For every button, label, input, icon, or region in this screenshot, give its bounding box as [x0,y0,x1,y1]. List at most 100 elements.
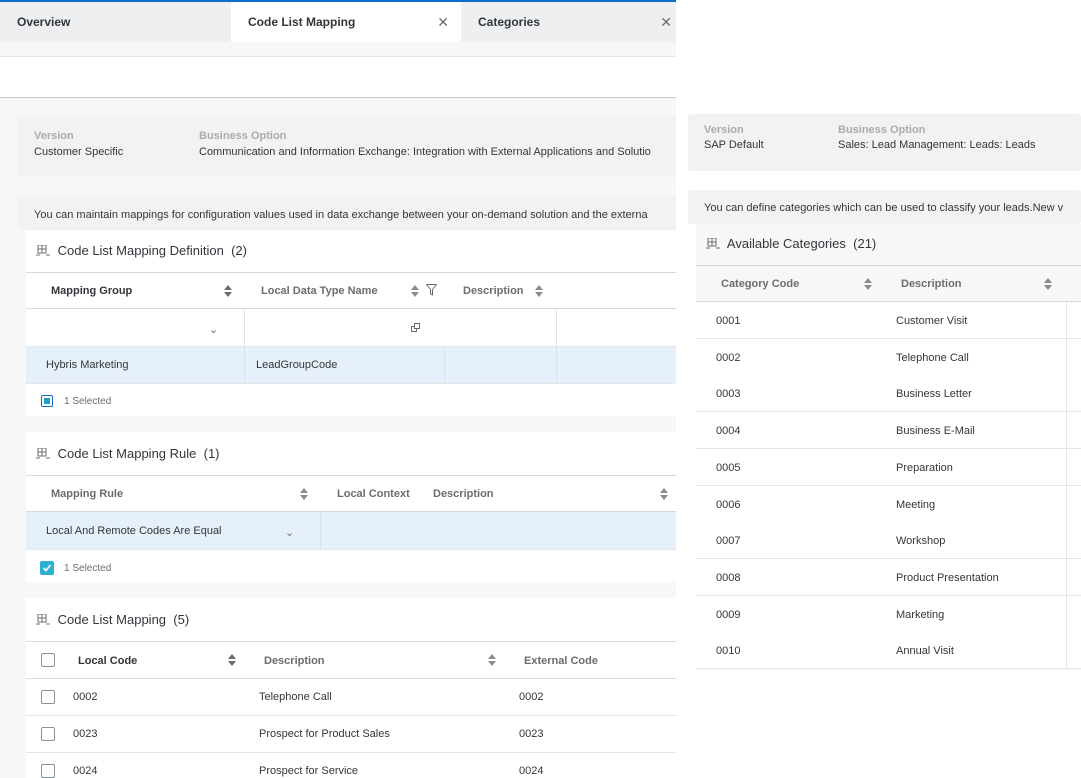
column-header-external-code[interactable]: External Code [524,655,598,667]
cell-description: Telephone Call [896,351,969,364]
mapping-rule-section: Code List Mapping Rule (1) Mapping Rule … [26,432,676,582]
table-row[interactable]: Local And Remote Codes Are Equal ⌄ [26,512,676,550]
table-row[interactable]: 0005 Preparation [696,448,1081,486]
section-title: Code List Mapping Definition (2) [36,243,247,258]
sort-icon[interactable] [1044,278,1052,290]
value-help-icon[interactable] [411,323,420,332]
table-row[interactable]: 0009 Marketing [696,595,1081,633]
section-count: (21) [853,236,877,251]
table-row[interactable]: 0007 Workshop [696,522,1081,560]
table-row[interactable]: 0004 Business E-Mail [696,412,1081,450]
tab-categories[interactable]: Categories ✕ [461,2,676,42]
select-all-checkbox[interactable] [41,653,55,667]
column-header-description[interactable]: Description [463,285,524,297]
cell-local-data-type: LeadGroupCode [256,359,338,371]
table-row[interactable]: 0024 Prospect for Service 0024 [26,753,676,778]
table-header: Category Code Description [696,265,1081,302]
column-header-description[interactable]: Description [901,278,962,290]
business-option-value: Communication and Information Exchange: … [199,146,651,158]
section-count: (2) [231,243,247,258]
tab-overview[interactable]: Overview [0,2,231,42]
close-icon[interactable]: ✕ [660,2,672,42]
cell-description: Customer Visit [896,315,968,327]
column-header-category-code[interactable]: Category Code [721,278,799,290]
table-row[interactable]: Hybris Marketing LeadGroupCode [26,347,676,384]
table-row[interactable]: 0003 Business Letter [696,375,1081,413]
cell-category-code: 0007 [716,535,741,548]
cell-description: Workshop [896,535,946,548]
cell-description: Business Letter [896,388,972,401]
sort-icon[interactable] [224,285,232,297]
select-all-checkbox[interactable] [40,561,54,575]
table-row[interactable]: 0008 Product Presentation [696,558,1081,596]
table-icon [36,245,50,256]
version-label: Version [704,124,744,136]
section-title-text: Code List Mapping [57,612,167,627]
sort-icon[interactable] [488,654,496,666]
business-option-label: Business Option [199,130,287,142]
cell-category-code: 0008 [716,571,741,584]
info-message: You can maintain mappings for configurat… [34,209,648,221]
sort-icon[interactable] [300,488,308,500]
tab-label: Overview [17,15,71,29]
row-checkbox[interactable] [41,690,55,704]
column-header-mapping-group[interactable]: Mapping Group [51,285,132,297]
row-checkbox[interactable] [41,727,55,741]
tab-label: Code List Mapping [248,15,356,29]
cell-mapping-rule: Local And Remote Codes Are Equal [46,525,222,537]
chevron-down-icon[interactable]: ⌄ [209,323,218,336]
table-icon [706,238,720,249]
info-message: You can define categories which can be u… [704,202,1064,214]
column-header-mapping-rule[interactable]: Mapping Rule [51,488,123,500]
column-header-local-data-type[interactable]: Local Data Type Name [261,285,378,297]
section-title-text: Code List Mapping Rule [57,446,197,461]
table-row[interactable]: 0002 Telephone Call [696,338,1081,376]
business-option-value: Sales: Lead Management: Leads: Leads [838,139,1036,151]
cell-category-code: 0006 [716,498,741,511]
selection-count: 1 Selected [64,563,112,574]
code-list-mapping-pane: Overview Code List Mapping ✕ Categories … [0,0,676,778]
table-row[interactable]: 0010 Annual Visit [696,632,1081,670]
table-row[interactable]: 0002 Telephone Call 0002 [26,679,676,716]
message-strip: You can define categories which can be u… [688,190,1081,224]
cell-external-code: 0002 [519,691,544,703]
table-row[interactable]: 0001 Customer Visit [696,302,1081,339]
available-categories-section: Available Categories (21) Category Code … [696,224,1081,670]
column-header-local-code[interactable]: Local Code [78,655,137,667]
chevron-down-icon[interactable]: ⌄ [285,526,294,539]
tab-code-list-mapping[interactable]: Code List Mapping ✕ [231,2,461,42]
filter-icon[interactable] [426,284,437,296]
row-checkbox[interactable] [41,764,55,778]
cell-category-code: 0009 [716,608,741,621]
info-panel: Version SAP Default Business Option Sale… [688,114,1081,171]
section-title-text: Code List Mapping Definition [57,243,224,258]
close-icon[interactable]: ✕ [437,2,449,42]
select-all-checkbox[interactable] [41,395,53,407]
table-icon [36,448,50,459]
code-list-mapping-section: Code List Mapping (5) Local Code Descrip… [26,598,676,778]
version-value: Customer Specific [34,146,124,158]
page-toolbar [0,56,676,98]
tab-label: Categories [478,15,541,29]
section-count: (5) [173,612,190,627]
cell-description: Annual Visit [896,645,954,658]
column-header-description[interactable]: Description [433,488,494,500]
table-header: Local Code Description External Code [26,641,676,679]
sort-icon[interactable] [411,285,419,297]
business-option-label: Business Option [838,124,926,136]
table-row[interactable]: 0023 Prospect for Product Sales 0023 [26,716,676,753]
sort-icon[interactable] [535,285,543,297]
sort-icon[interactable] [228,654,236,666]
mapping-definition-section: Code List Mapping Definition (2) Mapping… [26,230,676,416]
categories-pane: Version SAP Default Business Option Sale… [676,0,1081,778]
cell-local-code: 0024 [73,765,98,777]
column-header-description[interactable]: Description [264,655,325,667]
sort-icon[interactable] [660,488,668,500]
cell-description: Business E-Mail [896,425,975,438]
sort-icon[interactable] [864,278,872,290]
cell-category-code: 0003 [716,388,741,401]
cell-category-code: 0004 [716,425,741,438]
table-row[interactable]: 0006 Meeting [696,485,1081,523]
table-icon [36,614,50,625]
column-header-local-context[interactable]: Local Context [337,488,410,500]
